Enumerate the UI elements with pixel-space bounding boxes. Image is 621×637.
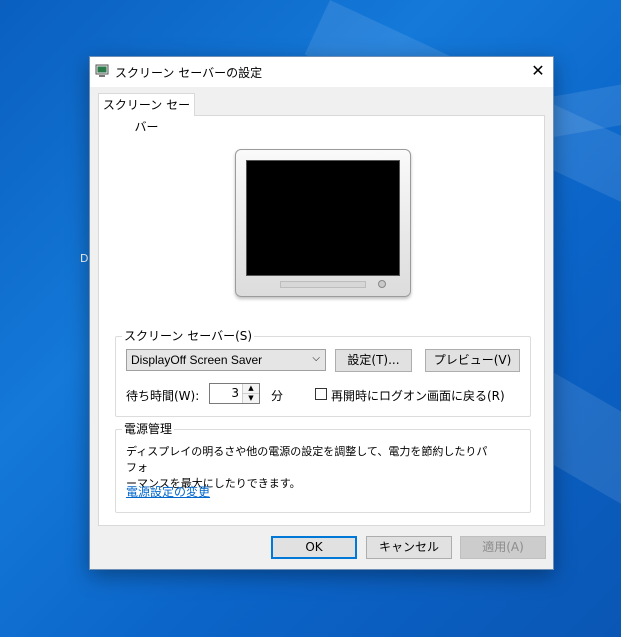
monitor-preview	[235, 149, 411, 297]
preview-button[interactable]: プレビュー(V)	[425, 349, 520, 372]
minutes-unit-label: 分	[271, 389, 284, 403]
screensaver-select[interactable]: DisplayOff Screen Saver ⌵	[126, 349, 326, 371]
desktop-icon-label[interactable]: D	[80, 252, 88, 265]
close-icon: ✕	[531, 61, 545, 80]
power-description-line: ディスプレイの明るさや他の電源の設定を調整して、電力を節約したりパフォ	[126, 445, 488, 474]
close-button[interactable]: ✕	[523, 57, 553, 87]
screensaver-group-label: スクリーン セーバー(S)	[122, 329, 255, 343]
power-management-label: 電源管理	[122, 422, 175, 436]
power-management-group: 電源管理 ディスプレイの明るさや他の電源の設定を調整して、電力を節約したりパフォ…	[115, 422, 531, 513]
resume-logon-label[interactable]: 再開時にログオン画面に戻る(R)	[331, 387, 505, 404]
chevron-down-icon: ⌵	[312, 353, 320, 364]
wait-time-stepper[interactable]: 3 ▲ ▼	[209, 383, 260, 404]
title-bar[interactable]: スクリーン セーバーの設定 ✕	[90, 57, 553, 87]
screensaver-select-value: DisplayOff Screen Saver	[131, 353, 263, 367]
spin-up-icon[interactable]: ▲	[242, 384, 259, 394]
tab-screensaver[interactable]: スクリーン セーバー	[98, 93, 195, 134]
tab-panel: スクリーン セーバー(S) DisplayOff Screen Saver ⌵ …	[98, 115, 545, 526]
screensaver-app-icon	[95, 64, 109, 77]
monitor-preview-screen	[246, 160, 400, 276]
wait-time-value: 3	[231, 386, 239, 400]
screensaver-group: スクリーン セーバー(S) DisplayOff Screen Saver ⌵ …	[115, 329, 531, 417]
cancel-button[interactable]: キャンセル	[366, 536, 452, 559]
dialog-title: スクリーン セーバーの設定	[115, 66, 263, 80]
screensaver-settings-dialog: スクリーン セーバーの設定 ✕ スクリーン セーバー スクリーン セーバー(S)…	[89, 56, 554, 570]
wait-time-label: 待ち時間(W):	[126, 389, 200, 403]
apply-button[interactable]: 適用(A)	[460, 536, 546, 559]
monitor-stand-slot	[280, 281, 366, 288]
spin-down-icon[interactable]: ▼	[242, 394, 259, 403]
resume-logon-checkbox[interactable]	[315, 388, 327, 400]
change-power-settings-link[interactable]: 電源設定の変更	[126, 483, 210, 500]
ok-button[interactable]: OK	[271, 536, 357, 559]
screensaver-settings-button[interactable]: 設定(T)...	[335, 349, 412, 372]
monitor-power-led	[378, 280, 386, 288]
